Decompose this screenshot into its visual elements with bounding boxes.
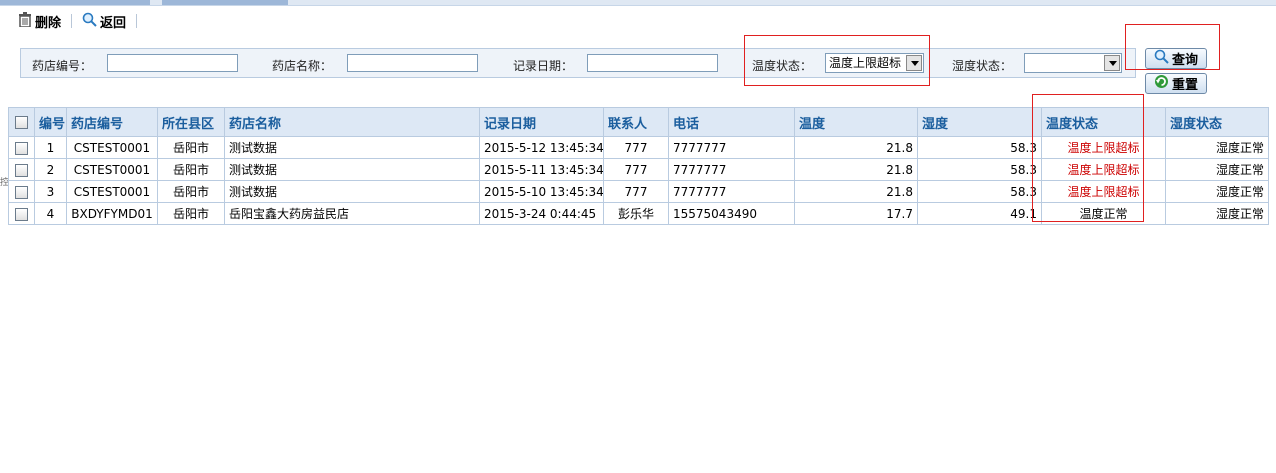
cell-date: 2015-5-10 13:45:34 (479, 180, 604, 203)
record-date-label: 记录日期： (513, 59, 574, 73)
trash-icon (18, 11, 32, 31)
select-all-checkbox[interactable] (15, 115, 28, 129)
col-header[interactable]: 温度 (794, 107, 918, 137)
row-checkbox[interactable] (15, 141, 28, 155)
cell-phone: 15575043490 (668, 202, 795, 225)
chevron-down-icon[interactable] (1104, 55, 1120, 71)
cell-name: 测试数据 (224, 180, 480, 203)
row-select-cell (8, 202, 35, 225)
cell-district: 岳阳市 (157, 136, 225, 159)
cell-temp: 21.8 (794, 180, 918, 203)
toolbar-divider (71, 14, 73, 28)
cell-no: 1 (34, 136, 67, 159)
col-header[interactable]: 湿度 (917, 107, 1042, 137)
col-header[interactable]: 记录日期 (479, 107, 604, 137)
tab-right[interactable] (162, 0, 288, 5)
cell-no: 3 (34, 180, 67, 203)
cell-humidity-status: 湿度正常 (1165, 202, 1269, 225)
cell-name: 测试数据 (224, 136, 480, 159)
cell-contact: 777 (603, 158, 669, 181)
store-name-label: 药店名称： (272, 59, 333, 73)
cell-district: 岳阳市 (157, 158, 225, 181)
humidity-status-label: 湿度状态： (952, 59, 1013, 73)
cell-phone: 7777777 (668, 180, 795, 203)
delete-button[interactable]: 删除 (18, 11, 62, 31)
col-header[interactable]: 编号 (34, 107, 67, 137)
col-header[interactable]: 联系人 (603, 107, 669, 137)
col-header[interactable]: 电话 (668, 107, 795, 137)
row-select-cell (8, 136, 35, 159)
magnifier-icon (82, 12, 97, 31)
cell-phone: 7777777 (668, 158, 795, 181)
row-checkbox[interactable] (15, 163, 28, 177)
cell-district: 岳阳市 (157, 180, 225, 203)
cell-humidity: 49.1 (917, 202, 1042, 225)
toolbar: 删除 返回 (18, 11, 147, 31)
cell-humidity-status: 湿度正常 (1165, 158, 1269, 181)
cell-contact: 777 (603, 180, 669, 203)
delete-label: 删除 (35, 15, 62, 31)
cell-no: 2 (34, 158, 67, 181)
highlight-temp-status-filter (744, 35, 930, 86)
cell-humidity: 58.3 (917, 158, 1042, 181)
humidity-status-select[interactable] (1024, 53, 1122, 73)
top-tab-strip (0, 0, 1276, 6)
cell-humidity: 58.3 (917, 136, 1042, 159)
cell-contact: 777 (603, 136, 669, 159)
cell-humidity: 58.3 (917, 180, 1042, 203)
reset-label: 重置 (1171, 78, 1198, 93)
col-header[interactable]: 湿度状态 (1165, 107, 1269, 137)
back-label: 返回 (100, 15, 127, 31)
cell-humidity-status: 湿度正常 (1165, 136, 1269, 159)
col-header[interactable]: 药店名称 (224, 107, 480, 137)
highlight-query-button (1125, 24, 1220, 70)
col-header[interactable]: 所在县区 (157, 107, 225, 137)
tab-left[interactable] (0, 0, 150, 5)
cell-contact: 彭乐华 (603, 202, 669, 225)
highlight-temp-status-column (1032, 94, 1144, 222)
store-code-input[interactable] (107, 54, 238, 72)
cell-temp: 17.7 (794, 202, 918, 225)
select-all-cell (8, 107, 35, 137)
row-checkbox[interactable] (15, 185, 28, 199)
col-header[interactable]: 药店编号 (66, 107, 158, 137)
row-select-cell (8, 158, 35, 181)
cell-code: CSTEST0001 (66, 136, 158, 159)
cell-temp: 21.8 (794, 136, 918, 159)
cell-code: BXDYFYMD01 (66, 202, 158, 225)
cell-name: 测试数据 (224, 158, 480, 181)
row-select-cell (8, 180, 35, 203)
record-date-input[interactable] (587, 54, 718, 72)
cell-name: 岳阳宝鑫大药房益民店 (224, 202, 480, 225)
refresh-icon (1154, 74, 1169, 93)
cell-date: 2015-3-24 0:44:45 (479, 202, 604, 225)
cell-code: CSTEST0001 (66, 158, 158, 181)
reset-button[interactable]: 重置 (1145, 73, 1207, 94)
store-name-input[interactable] (347, 54, 478, 72)
cell-date: 2015-5-12 13:45:34 (479, 136, 604, 159)
cell-date: 2015-5-11 13:45:34 (479, 158, 604, 181)
back-button[interactable]: 返回 (82, 12, 126, 31)
cell-phone: 7777777 (668, 136, 795, 159)
cell-code: CSTEST0001 (66, 180, 158, 203)
store-code-label: 药店编号： (32, 59, 93, 73)
row-checkbox[interactable] (15, 207, 28, 221)
cell-humidity-status: 湿度正常 (1165, 180, 1269, 203)
cell-temp: 21.8 (794, 158, 918, 181)
toolbar-divider (136, 14, 138, 28)
cell-no: 4 (34, 202, 67, 225)
cell-district: 岳阳市 (157, 202, 225, 225)
